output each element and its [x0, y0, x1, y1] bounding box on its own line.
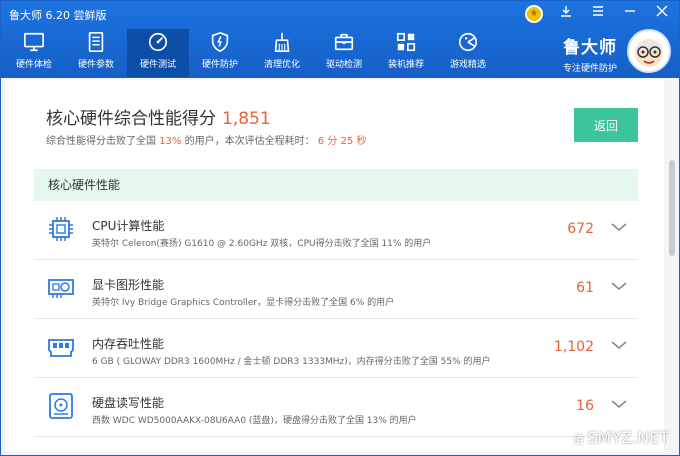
score-heading: 核心硬件综合性能得分 1,851	[46, 104, 271, 129]
row-score: 1,102	[553, 339, 594, 355]
cpu-icon	[49, 217, 73, 241]
score-title: 核心硬件综合性能得分	[46, 109, 216, 129]
nav-label: 硬件防护	[201, 60, 238, 70]
row-detail: 英特尔 Celeron(赛扬) G1610 @ 2.60GHz 双核，CPU得分…	[92, 239, 432, 249]
row-detail: 西数 WDC WD5000AAKX-08U6AA0 (蓝盘)，硬盘得分击败了全国…	[92, 416, 417, 426]
medal-icon[interactable]: ★	[525, 5, 543, 23]
hardware-list: CPU计算性能 英特尔 Celeron(赛扬) G1610 @ 2.60GHz …	[34, 201, 638, 437]
broom-icon	[274, 32, 290, 52]
watermark-icon: 值	[572, 433, 588, 446]
nav-hardware-benchmark[interactable]: 硬件测试	[127, 29, 189, 77]
chevron-down-icon[interactable]	[610, 277, 628, 295]
watermark-text: SMYZ.NET	[587, 428, 669, 447]
close-icon[interactable]	[653, 5, 671, 23]
content-area: 核心硬件综合性能得分 1,851 综合性能得分击败了全国 13% 的用户，本次评估…	[1, 78, 679, 455]
row-score: 61	[576, 280, 594, 296]
list-item-gpu[interactable]: 显卡图形性能 英特尔 Ivy Bridge Graphics Controlle…	[34, 260, 638, 319]
nav-label: 硬件测试	[139, 60, 176, 70]
row-title: 内存吞吐性能	[92, 337, 165, 351]
desc-prefix: 综合性能得分击败了全国	[46, 136, 156, 147]
row-title: 硬盘读写性能	[92, 396, 165, 410]
nav-driver-check[interactable]: 驱动检测	[313, 29, 375, 77]
download-icon[interactable]	[557, 5, 575, 23]
row-detail: 英特尔 Ivy Bridge Graphics Controller，显卡得分击…	[92, 298, 395, 308]
nav-label: 清理优化	[263, 60, 300, 70]
mascot-avatar[interactable]	[627, 29, 671, 73]
apps-icon	[396, 32, 416, 52]
chevron-down-icon[interactable]	[610, 336, 628, 354]
row-score: 672	[567, 221, 594, 237]
duration-minutes: 6	[317, 136, 325, 147]
watermark: 值 SMYZ.NET	[573, 428, 669, 447]
main-nav: 硬件体检 硬件参数 硬件测试 硬件防护 清理优化 驱动检测 装机推荐 游戏精选	[3, 29, 499, 77]
nav-cleanup[interactable]: 清理优化	[251, 29, 313, 77]
chevron-down-icon[interactable]	[610, 218, 628, 236]
disk-icon	[49, 393, 73, 419]
header-bar: 鲁大师 6.20 尝鲜版 ★ 硬件体检 硬件参数 硬件测试 硬件防护 清理优化 …	[1, 1, 679, 78]
document-icon	[88, 32, 104, 52]
nav-label: 硬件参数	[77, 60, 114, 70]
window-controls: ★	[525, 5, 671, 23]
nav-label: 硬件体检	[15, 60, 52, 70]
nav-hardware-checkup[interactable]: 硬件体检	[3, 29, 65, 77]
nav-game-picks[interactable]: 游戏精选	[437, 29, 499, 77]
section-header: 核心硬件性能	[34, 169, 638, 201]
nav-hardware-protection[interactable]: 硬件防护	[189, 29, 251, 77]
nav-label: 装机推荐	[387, 60, 424, 70]
gamepad-icon	[458, 32, 478, 52]
speedometer-icon	[148, 32, 168, 52]
list-item-memory[interactable]: 内存吞吐性能 6 GB ( GLOWAY DDR3 1600MHz / 金士顿 …	[34, 319, 638, 378]
brand-subtitle: 专注硬件防护	[562, 64, 617, 74]
row-detail: 6 GB ( GLOWAY DDR3 1600MHz / 金士顿 DDR3 13…	[92, 357, 491, 367]
duration-minutes-unit: 分	[327, 136, 338, 147]
minimize-icon[interactable]	[621, 5, 639, 23]
row-title: 显卡图形性能	[92, 278, 165, 292]
desc-middle: 的用户，本次评估全程耗时：	[184, 136, 315, 147]
row-score: 16	[576, 398, 594, 414]
benchmark-panel: 核心硬件综合性能得分 1,851 综合性能得分击败了全国 13% 的用户，本次评估…	[6, 80, 664, 452]
list-item-cpu[interactable]: CPU计算性能 英特尔 Celeron(赛扬) G1610 @ 2.60GHz …	[34, 201, 638, 260]
total-score: 1,851	[222, 109, 271, 129]
back-button[interactable]: 返回	[574, 108, 638, 142]
memory-icon	[48, 339, 74, 357]
brand-block: 鲁大师 专注硬件防护	[563, 33, 617, 74]
window-title: 鲁大师 6.20 尝鲜版	[9, 9, 107, 22]
brand-name: 鲁大师	[562, 38, 617, 58]
nav-label: 游戏精选	[449, 60, 486, 70]
nav-hardware-params[interactable]: 硬件参数	[65, 29, 127, 77]
app-window: 鲁大师 6.20 尝鲜版 ★ 硬件体检 硬件参数 硬件测试 硬件防护 清理优化 …	[0, 0, 680, 456]
menu-icon[interactable]	[589, 5, 607, 23]
chevron-down-icon[interactable]	[610, 395, 628, 413]
monitor-icon	[24, 32, 44, 52]
beat-percent: 13%	[159, 136, 182, 147]
list-item-disk[interactable]: 硬盘读写性能 西数 WDC WD5000AAKX-08U6AA0 (蓝盘)，硬盘…	[34, 378, 638, 437]
duration-seconds: 25	[340, 136, 354, 147]
row-title: CPU计算性能	[92, 219, 165, 233]
score-description: 综合性能得分击败了全国 13% 的用户，本次评估全程耗时： 6 分 25 秒	[46, 132, 366, 147]
shield-icon	[211, 31, 229, 53]
scrollbar[interactable]	[669, 160, 675, 256]
nav-build-recommend[interactable]: 装机推荐	[375, 29, 437, 77]
toolbox-icon	[334, 33, 354, 51]
gpu-icon	[48, 279, 74, 298]
nav-label: 驱动检测	[325, 60, 362, 70]
duration-seconds-unit: 秒	[356, 136, 367, 147]
